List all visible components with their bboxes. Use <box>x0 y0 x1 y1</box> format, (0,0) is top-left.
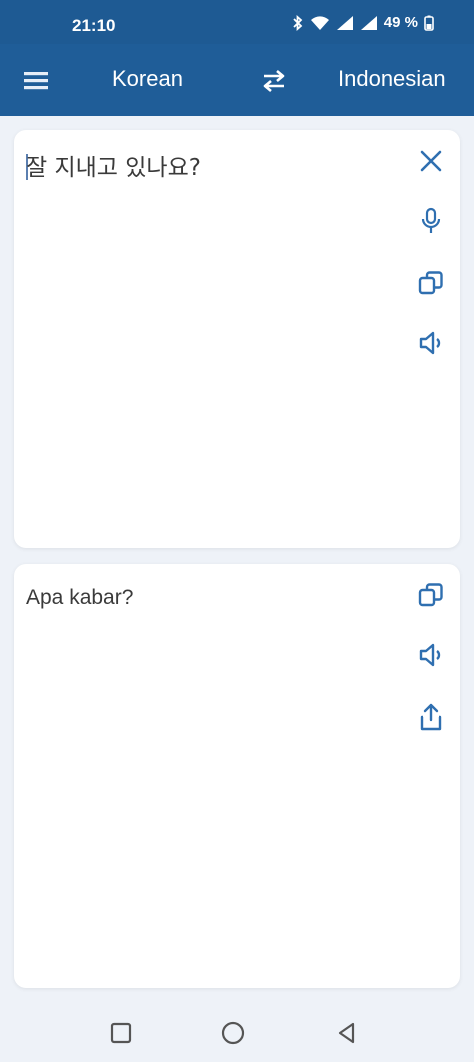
system-navigation-bar <box>0 1000 474 1062</box>
copy-icon <box>418 271 443 295</box>
home-button[interactable] <box>220 1020 246 1046</box>
source-text-card: 잘 지내고 있나요? <box>14 130 460 548</box>
share-translation-button[interactable] <box>414 700 448 734</box>
back-button[interactable] <box>334 1020 360 1046</box>
microphone-icon <box>421 207 441 233</box>
source-language-button[interactable]: Korean <box>112 66 183 92</box>
square-icon <box>110 1022 132 1044</box>
speaker-icon <box>419 643 441 667</box>
status-icons: 49 % <box>292 14 434 31</box>
translation-card: Apa kabar? <box>14 564 460 988</box>
circle-icon <box>221 1021 245 1045</box>
signal-icon <box>336 15 353 30</box>
copy-translation-button[interactable] <box>414 578 448 612</box>
swap-arrows-icon <box>263 70 285 92</box>
battery-icon <box>424 15 434 31</box>
swap-languages-button[interactable] <box>258 66 290 96</box>
translation-text: Apa kabar? <box>26 586 134 609</box>
battery-percentage: 49 % <box>383 14 418 31</box>
app-bar: Korean Indonesian <box>0 44 474 116</box>
hamburger-menu-icon <box>24 72 48 90</box>
status-bar: 21:10 49 % <box>0 0 474 44</box>
recent-apps-button[interactable] <box>108 1020 134 1046</box>
speak-source-button[interactable] <box>414 326 448 360</box>
clear-button[interactable] <box>414 144 448 178</box>
source-text-value: 잘 지내고 있나요? <box>26 155 201 181</box>
copy-source-button[interactable] <box>414 266 448 300</box>
wifi-icon <box>310 15 329 30</box>
target-language-button[interactable]: Indonesian <box>338 66 446 92</box>
bluetooth-icon <box>293 14 303 31</box>
close-icon <box>420 150 442 172</box>
source-text-input[interactable]: 잘 지내고 있나요? <box>26 148 386 182</box>
share-icon <box>420 703 442 731</box>
back-triangle-icon <box>338 1022 355 1044</box>
speaker-icon <box>419 331 441 355</box>
status-time: 21:10 <box>72 16 116 35</box>
speak-translation-button[interactable] <box>414 638 448 672</box>
signal-icon-2 <box>360 15 377 30</box>
menu-button[interactable] <box>22 66 52 96</box>
copy-icon <box>418 583 443 607</box>
microphone-button[interactable] <box>414 204 448 238</box>
